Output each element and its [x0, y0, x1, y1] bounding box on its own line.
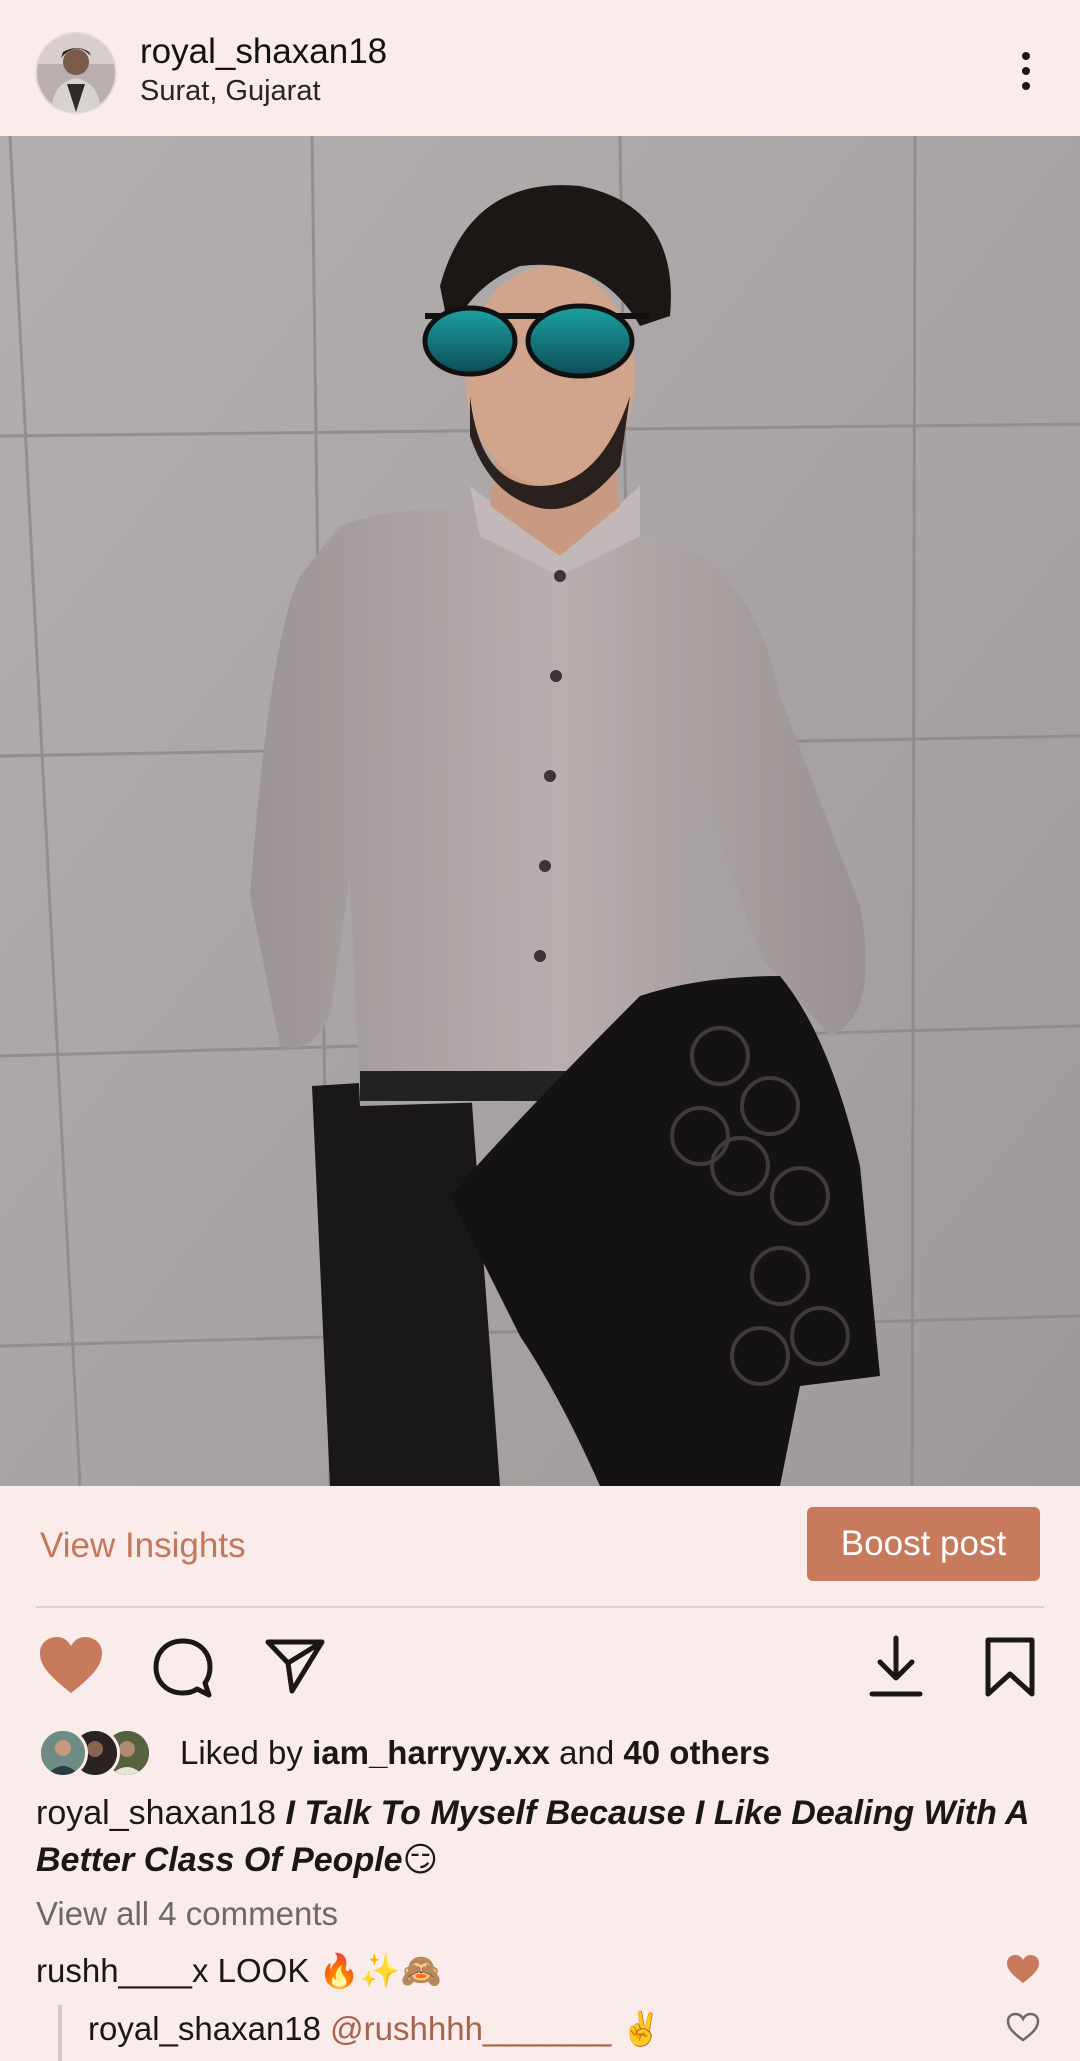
post-caption: royal_shaxan18 I Talk To Myself Because … — [36, 1790, 1046, 1884]
liker-avatar — [38, 1728, 88, 1778]
post-username[interactable]: royal_shaxan18 — [140, 32, 387, 72]
view-insights-link[interactable]: View Insights — [40, 1526, 246, 1566]
reply-mention[interactable]: @rushhhh_______ — [330, 2010, 611, 2047]
comment-item: rushh____x LOOK 🔥✨🙈 — [36, 1952, 442, 1991]
comment-text: LOOK 🔥✨🙈 — [217, 1952, 442, 1989]
likes-prefix: Liked by — [180, 1734, 313, 1771]
more-options-icon[interactable] — [1006, 46, 1042, 96]
heart-filled-icon[interactable] — [38, 1635, 104, 1695]
likes-others[interactable]: 40 others — [623, 1734, 770, 1771]
comment-like-outline-icon[interactable] — [1006, 2012, 1040, 2042]
send-icon[interactable] — [264, 1637, 326, 1695]
view-all-comments-link[interactable]: View all 4 comments — [36, 1895, 338, 1933]
post-image[interactable] — [0, 136, 1080, 1486]
comment-username[interactable]: rushh____x — [36, 1952, 208, 1989]
post-location[interactable]: Surat, Gujarat — [140, 75, 321, 108]
likes-text: Liked by iam_harryyy.xx and 40 others — [180, 1734, 770, 1772]
post-header: royal_shaxan18 Surat, Gujarat — [0, 0, 1080, 136]
liker-username[interactable]: iam_harryyy.xx — [312, 1734, 550, 1771]
reply-text: ✌️ — [620, 2010, 662, 2047]
reply-comment-item: royal_shaxan18 @rushhhh_______ ✌️ — [88, 2010, 662, 2049]
caption-username[interactable]: royal_shaxan18 — [36, 1794, 276, 1832]
likes-summary[interactable]: Liked by iam_harryyy.xx and 40 others — [38, 1728, 1038, 1780]
reply-thread-line — [58, 2005, 62, 2061]
comment-like-filled-icon[interactable] — [1006, 1954, 1040, 1984]
divider — [36, 1606, 1044, 1608]
reply-username[interactable]: royal_shaxan18 — [88, 2010, 321, 2047]
download-icon[interactable] — [868, 1634, 924, 1698]
boost-post-button[interactable]: Boost post — [807, 1507, 1040, 1581]
insights-bar: View Insights Boost post — [0, 1486, 1080, 1606]
likes-middle: and — [550, 1734, 624, 1771]
person-in-grey-shirt-photo — [0, 136, 1080, 1486]
bookmark-icon[interactable] — [984, 1636, 1036, 1698]
comment-icon[interactable] — [152, 1637, 214, 1699]
avatar[interactable] — [35, 32, 117, 114]
